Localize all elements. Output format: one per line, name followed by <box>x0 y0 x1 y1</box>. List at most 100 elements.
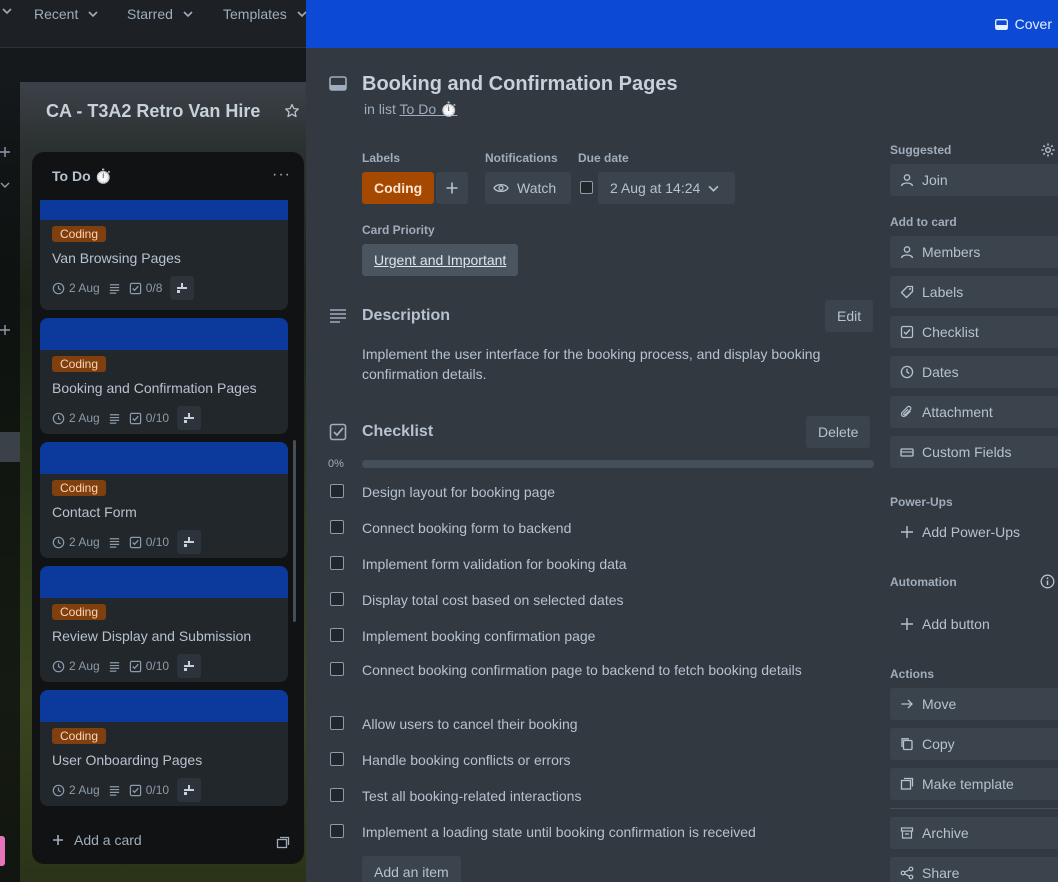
move-button[interactable]: Move <box>890 688 1058 720</box>
watch-button[interactable]: Watch <box>485 172 571 204</box>
card-icon <box>329 76 347 91</box>
workspace-avatar-tab[interactable] <box>0 836 5 866</box>
template-icon <box>900 777 914 790</box>
member-avatar[interactable] <box>177 654 202 678</box>
member-avatar[interactable] <box>177 530 202 554</box>
custom-fields-button[interactable]: Custom Fields <box>890 436 1058 468</box>
checklist-item-text[interactable]: Connect booking confirmation page to bac… <box>362 660 802 680</box>
board-background: Recent Starred Templates CA - T3A2 Retro… <box>0 0 306 882</box>
chevron-down-icon <box>708 185 719 192</box>
nav-collapsed-chevron[interactable] <box>2 6 12 16</box>
automation-heading: Automation <box>890 575 957 589</box>
member-avatar[interactable] <box>177 778 202 802</box>
board-title[interactable]: CA - T3A2 Retro Van Hire <box>46 101 260 122</box>
archive-label: Archive <box>922 825 969 841</box>
edit-description-button[interactable]: Edit <box>825 300 874 332</box>
checklist-item-checkbox[interactable] <box>330 824 344 838</box>
checklist-item-text[interactable]: Test all booking-related interactions <box>362 786 802 806</box>
checklist-item-checkbox[interactable] <box>330 592 344 606</box>
plus-icon <box>53 835 63 845</box>
info-icon[interactable] <box>1040 574 1055 589</box>
checklist-item-checkbox[interactable] <box>330 484 344 498</box>
plus-icon[interactable] <box>0 324 10 336</box>
share-button[interactable]: Share <box>890 857 1058 882</box>
due-badge-text: 2 Aug <box>69 281 100 295</box>
cover-icon <box>994 18 1008 30</box>
checklist-item-checkbox[interactable] <box>330 520 344 534</box>
list-menu-button[interactable]: ··· <box>272 166 291 184</box>
card-label: Coding <box>52 480 107 496</box>
chevron-down-icon <box>88 11 98 18</box>
list-title[interactable]: To Do ⏱️ <box>52 168 112 185</box>
add-power-ups-button[interactable]: Add Power-Ups <box>890 516 1058 548</box>
checklist-heading[interactable]: Checklist <box>362 423 433 441</box>
label-chip-coding[interactable]: Coding <box>362 172 435 204</box>
avatar-icon <box>184 661 195 671</box>
checklist-item-checkbox[interactable] <box>330 716 344 730</box>
list-scrollbar[interactable] <box>293 440 296 622</box>
rail-active-item[interactable] <box>0 432 20 462</box>
checklist-item-text[interactable]: Implement form validation for booking da… <box>362 554 802 574</box>
list-card[interactable]: Coding Contact Form 2 Aug 0/10 <box>40 442 288 558</box>
plus-icon[interactable] <box>0 146 10 158</box>
join-button[interactable]: Join <box>890 164 1058 196</box>
members-button[interactable]: Members <box>890 236 1058 268</box>
checklist-icon <box>129 536 141 548</box>
checklist-item-checkbox[interactable] <box>330 662 344 676</box>
nav-templates[interactable]: Templates <box>223 6 306 22</box>
copy-label: Copy <box>922 736 955 752</box>
list-card[interactable]: Coding Review Display and Submission 2 Aug… <box>40 566 288 682</box>
add-card-button[interactable]: Add a card <box>52 832 142 848</box>
card-title[interactable]: Booking and Confirmation Pages <box>362 73 678 96</box>
archive-button[interactable]: Archive <box>890 817 1058 849</box>
card-template-icon[interactable] <box>276 836 290 850</box>
cover-button[interactable]: Cover <box>994 16 1052 32</box>
gear-icon[interactable] <box>1040 142 1056 158</box>
chevron-down-icon[interactable] <box>0 180 10 190</box>
dates-button[interactable]: Dates <box>890 356 1058 388</box>
card-cover <box>40 690 288 722</box>
nav-starred[interactable]: Starred <box>127 6 193 22</box>
star-icon[interactable] <box>284 103 300 119</box>
checklist-badge: 0/10 <box>129 659 169 673</box>
copy-button[interactable]: Copy <box>890 728 1058 760</box>
checklist-item-text[interactable]: Design layout for booking page <box>362 482 802 502</box>
checklist-badge-text: 0/10 <box>145 783 170 797</box>
checklist-item-checkbox[interactable] <box>330 788 344 802</box>
checklist-item-checkbox[interactable] <box>330 628 344 642</box>
description-text[interactable]: Implement the user interface for the boo… <box>362 344 862 384</box>
list-card[interactable]: Coding Booking and Confirmation Pages 2 Au… <box>40 318 288 434</box>
labels-heading: Labels <box>362 151 401 165</box>
card-label: Coding <box>52 728 107 744</box>
nav-recent[interactable]: Recent <box>34 6 98 22</box>
member-avatar[interactable] <box>177 406 202 430</box>
checklist-item-text[interactable]: Connect booking form to backend <box>362 518 802 538</box>
add-automation-button[interactable]: Add button <box>890 608 1058 640</box>
checklist-item-text[interactable]: Handle booking conflicts or errors <box>362 750 802 770</box>
labels-button[interactable]: Labels <box>890 276 1058 308</box>
due-date-complete-checkbox[interactable] <box>580 181 593 194</box>
checklist-item-checkbox[interactable] <box>330 556 344 570</box>
checklist-item-text[interactable]: Implement booking confirmation page <box>362 626 802 646</box>
add-label-button[interactable] <box>436 172 468 204</box>
checklist-item-text[interactable]: Implement a loading state until booking … <box>362 822 802 842</box>
checklist-item-checkbox[interactable] <box>330 752 344 766</box>
checklist-icon <box>900 325 914 339</box>
due-date-button[interactable]: 2 Aug at 14:24 <box>598 172 735 204</box>
add-checklist-item-button[interactable]: Add an item <box>362 856 461 882</box>
checklist-item-text[interactable]: Allow users to cancel their booking <box>362 714 802 734</box>
list-link[interactable]: To Do ⏱️ <box>400 101 458 117</box>
make-template-button[interactable]: Make template <box>890 768 1058 800</box>
delete-checklist-button[interactable]: Delete <box>806 416 871 448</box>
list-card[interactable]: Coding Van Browsing Pages 2 Aug 0/8 <box>40 200 288 310</box>
checklist-item-text[interactable]: Display total cost based on selected dat… <box>362 590 802 610</box>
nav-templates-label: Templates <box>223 6 287 22</box>
card-priority-field[interactable]: Urgent and Important <box>362 244 519 276</box>
member-avatar[interactable] <box>170 276 195 300</box>
list-card[interactable]: Coding User Onboarding Pages 2 Aug 0/10 <box>40 690 288 806</box>
member-icon <box>900 246 914 259</box>
checklist-button[interactable]: Checklist <box>890 316 1058 348</box>
notifications-heading: Notifications <box>485 151 558 165</box>
checklist-badge-text: 0/10 <box>145 659 170 673</box>
attachment-button[interactable]: Attachment <box>890 396 1058 428</box>
